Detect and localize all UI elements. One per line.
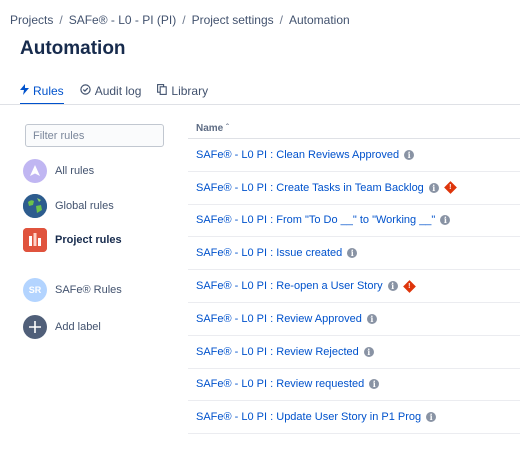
breadcrumb-separator: / xyxy=(59,13,63,27)
table-row: SAFe® - L0 PI : Update User Story in P1 … xyxy=(188,401,520,435)
breadcrumb-separator: / xyxy=(279,13,283,27)
copy-icon xyxy=(157,84,168,98)
rule-link[interactable]: SAFe® - L0 PI : From "To Do __" to "Work… xyxy=(196,214,435,226)
rule-link[interactable]: SAFe® - L0 PI : Create Tasks in Team Bac… xyxy=(196,182,424,194)
table-row: SAFe® - L0 PI : Review requested i xyxy=(188,369,520,402)
tab-library[interactable]: Library xyxy=(157,81,208,101)
info-icon[interactable]: i xyxy=(440,215,451,226)
sidebar-item-global-rules[interactable]: Global rules xyxy=(23,194,114,218)
tab-label: Library xyxy=(171,84,209,98)
name-column-header[interactable]: Name ˆ xyxy=(196,123,229,134)
breadcrumb-projects[interactable]: Projects xyxy=(10,13,53,27)
rule-link[interactable]: SAFe® - L0 PI : Review Rejected xyxy=(196,346,359,358)
info-icon[interactable]: i xyxy=(347,248,358,259)
sidebar-item-label: All rules xyxy=(55,165,95,177)
table-row: SAFe® - L0 PI : Create Tasks in Team Bac… xyxy=(188,172,520,205)
table-row: SAFe® - L0 PI : From "To Do __" to "Work… xyxy=(188,205,520,238)
info-icon[interactable]: i xyxy=(426,412,437,423)
breadcrumb-separator: / xyxy=(182,13,186,27)
warning-icon[interactable]: ! xyxy=(402,279,416,293)
breadcrumb-project-settings[interactable]: Project settings xyxy=(192,13,274,27)
sidebar-item-all-rules[interactable]: All rules xyxy=(23,159,94,183)
rule-link[interactable]: SAFe® - L0 PI : Review Approved xyxy=(196,313,362,325)
filter-rules-input[interactable] xyxy=(25,124,164,147)
check-circle-icon xyxy=(79,84,91,98)
sidebar-item-label: Project rules xyxy=(55,234,122,246)
project-icon xyxy=(23,228,47,252)
rules-list: SAFe® - L0 PI : Clean Reviews Approved i… xyxy=(188,139,520,435)
page-title: Automation xyxy=(20,38,126,59)
rule-link[interactable]: SAFe® - L0 PI : Clean Reviews Approved xyxy=(196,149,399,161)
label-avatar: SR xyxy=(23,278,47,302)
sidebar-item-project-rules[interactable]: Project rules xyxy=(23,228,122,252)
globe-icon xyxy=(23,194,47,218)
table-row: SAFe® - L0 PI : Review Rejected i xyxy=(188,336,520,369)
table-row: SAFe® - L0 PI : Re-open a User Story i ! xyxy=(188,270,520,303)
all-rules-icon xyxy=(23,159,47,183)
column-header-label: Name xyxy=(196,123,224,134)
rule-link[interactable]: SAFe® - L0 PI : Review requested xyxy=(196,378,364,390)
rule-link[interactable]: SAFe® - L0 PI : Issue created xyxy=(196,247,342,259)
breadcrumb: Projects / SAFe® - L0 - PI (PI) / Project se… xyxy=(10,13,350,27)
breadcrumb-automation[interactable]: Automation xyxy=(289,13,350,27)
tabs-divider xyxy=(0,104,520,105)
tab-label: Rules xyxy=(33,84,64,98)
table-row: SAFe® - L0 PI : Review Approved i xyxy=(188,303,520,336)
info-icon[interactable]: i xyxy=(369,379,380,390)
info-icon[interactable]: i xyxy=(366,313,377,324)
tab-label: Audit log xyxy=(94,84,142,98)
sidebar-item-label: Add label xyxy=(55,321,101,333)
info-icon[interactable]: i xyxy=(404,149,415,160)
tab-rules[interactable]: Rules xyxy=(20,81,64,105)
breadcrumb-project[interactable]: SAFe® - L0 - PI (PI) xyxy=(69,13,177,27)
warning-icon[interactable]: ! xyxy=(443,181,457,195)
plus-icon xyxy=(23,315,47,339)
info-icon[interactable]: i xyxy=(428,182,439,193)
add-label-button[interactable]: Add label xyxy=(23,315,101,339)
tab-bar: Rules Audit log Library xyxy=(20,81,208,105)
info-icon[interactable]: i xyxy=(363,346,374,357)
sidebar-item-label: Global rules xyxy=(55,200,114,212)
info-icon[interactable]: i xyxy=(387,281,398,292)
table-row: SAFe® - L0 PI : Issue created i xyxy=(188,237,520,271)
sort-ascending-icon: ˆ xyxy=(226,123,229,132)
tab-audit-log[interactable]: Audit log xyxy=(79,81,142,101)
sidebar-item-label: SAFe® Rules xyxy=(55,284,122,296)
sidebar-item-safe-rules[interactable]: SR SAFe® Rules xyxy=(23,278,122,302)
lightning-icon xyxy=(20,84,29,98)
rule-link[interactable]: SAFe® - L0 PI : Update User Story in P1 … xyxy=(196,411,421,423)
table-row: SAFe® - L0 PI : Clean Reviews Approved i xyxy=(188,139,520,172)
rule-link[interactable]: SAFe® - L0 PI : Re-open a User Story xyxy=(196,280,383,292)
